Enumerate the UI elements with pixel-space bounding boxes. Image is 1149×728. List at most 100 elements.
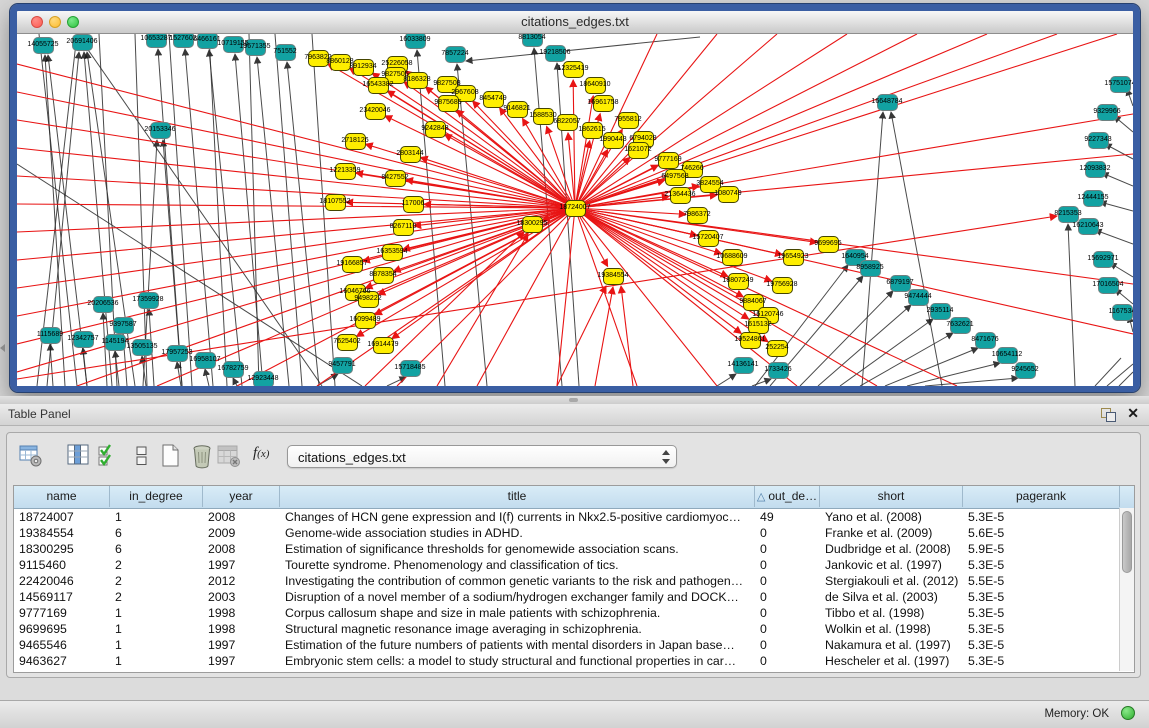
rows-button[interactable] [129,443,155,469]
graph-node[interactable] [483,91,504,108]
graph-node[interactable] [1112,304,1133,321]
graph-node[interactable] [342,256,363,273]
delete-column-button[interactable] [189,443,215,469]
graph-node[interactable] [345,133,366,150]
table-row[interactable]: 1830029562008Estimation of significance … [14,541,1134,557]
graph-node[interactable] [890,275,911,292]
graph-node[interactable] [1058,206,1079,223]
graph-node[interactable] [975,332,996,349]
graph-node[interactable] [407,72,428,89]
graph-node[interactable] [565,200,586,217]
graph-node[interactable] [308,50,329,67]
table-row[interactable]: 1938455462009Genome-wide association stu… [14,525,1134,541]
graph-node[interactable] [73,331,94,348]
graph-node[interactable] [1078,218,1099,235]
graph-node[interactable] [670,187,691,204]
graph-node[interactable] [373,267,394,284]
graph-node[interactable] [557,114,578,131]
table-row[interactable]: 969969511998Structural magnetic resonanc… [14,621,1134,637]
graph-node[interactable] [223,361,244,378]
column-header-pagerank[interactable]: pagerank [963,486,1120,507]
graph-node[interactable] [593,95,614,112]
select-rows-button[interactable] [96,443,122,469]
graph-node[interactable] [358,291,379,308]
graph-node[interactable] [330,54,351,71]
column-header-title[interactable]: title [280,486,755,507]
graph-node[interactable] [405,34,426,49]
graph-node[interactable] [1083,190,1104,207]
new-column-button[interactable] [158,443,184,469]
graph-node[interactable] [740,332,761,349]
graph-node[interactable] [93,296,114,313]
graph-node[interactable] [325,194,346,211]
show-columns-button[interactable] [66,443,92,469]
graph-node[interactable] [40,327,61,344]
graph-node[interactable] [603,268,624,285]
graph-node[interactable] [718,186,739,203]
graph-node[interactable] [365,103,386,120]
graph-node[interactable] [877,94,898,111]
graph-node[interactable] [733,357,754,374]
graph-node[interactable] [400,146,421,163]
graph-node[interactable] [1085,161,1106,178]
column-header-in_degree[interactable]: in_degree [110,486,203,507]
graph-node[interactable] [698,230,719,247]
function-builder-button[interactable]: f(x) [253,445,283,471]
graph-node[interactable] [33,37,54,54]
graph-node[interactable] [1098,277,1119,294]
graph-node[interactable] [585,77,606,94]
memory-status-indicator[interactable] [1121,706,1135,720]
column-header-out_de[interactable]: △out_de… [755,486,820,507]
hide-panel-arrow-icon[interactable] [0,344,5,352]
graph-node[interactable] [722,249,743,266]
graph-node[interactable] [368,77,389,94]
graph-node[interactable] [950,317,971,334]
graph-node[interactable] [245,39,266,56]
graph-node[interactable] [353,59,374,76]
graph-node[interactable] [72,34,93,51]
graph-node[interactable] [628,142,649,159]
graph-node[interactable] [767,340,788,357]
graph-node[interactable] [337,334,358,351]
graph-node[interactable] [658,152,679,169]
graph-node[interactable] [728,273,749,290]
close-panel-button[interactable]: ✕ [1127,405,1139,422]
graph-node[interactable] [438,95,459,112]
graph-node[interactable] [748,317,769,334]
graph-node[interactable] [1015,362,1036,379]
table-row[interactable]: 946554611997Estimation of the future num… [14,637,1134,653]
graph-node[interactable] [860,260,881,277]
graph-node[interactable] [146,34,167,48]
graph-node[interactable] [173,34,194,48]
graph-node[interactable] [818,236,839,253]
graph-node[interactable] [687,207,708,224]
graph-node[interactable] [425,121,446,138]
delete-table-button[interactable] [216,443,242,469]
graph-node[interactable] [138,292,159,309]
table-row[interactable]: 946362711997Embryonic stem cells: a mode… [14,653,1134,669]
graph-node[interactable] [393,219,414,236]
table-row[interactable]: 1456911722003Disruption of a novel membe… [14,589,1134,605]
float-panel-button[interactable] [1101,408,1115,421]
table-scrollbar-thumb[interactable] [1122,511,1132,573]
graph-node[interactable] [385,170,406,187]
graph-node[interactable] [373,337,394,354]
column-header-short[interactable]: short [820,486,963,507]
graph-node[interactable] [930,303,951,320]
graph-node[interactable] [275,44,296,61]
graph-node[interactable] [1110,76,1131,93]
graph-node[interactable] [582,122,603,139]
graph-node[interactable] [545,45,566,62]
graph-canvas[interactable]: 1872400718300295193845547963822886012889… [17,34,1133,386]
graph-node[interactable] [908,289,929,306]
graph-node[interactable] [1093,251,1114,268]
graph-node[interactable] [167,345,188,362]
graph-node[interactable] [997,347,1018,364]
table-settings-button[interactable] [18,443,44,469]
graph-node[interactable] [533,108,554,125]
graph-node[interactable] [150,122,171,139]
graph-node[interactable] [563,61,584,78]
graph-node[interactable] [332,357,353,374]
column-header-name[interactable]: name [14,486,110,507]
graph-node[interactable] [195,352,216,369]
